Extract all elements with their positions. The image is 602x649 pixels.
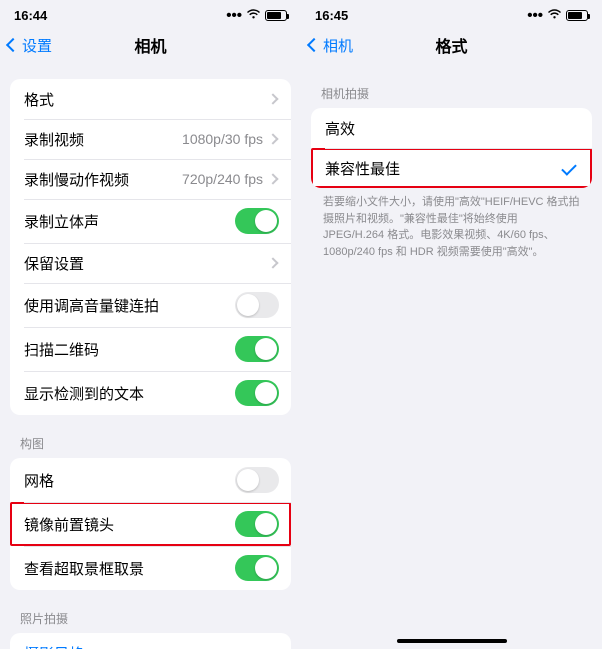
toggle-scan-qr[interactable] [235, 336, 279, 362]
composition-group: 网格 镜像前置镜头 查看超取景框取景 [10, 458, 291, 590]
cellular-icon: ••• [226, 7, 242, 24]
row-scan-qr: 扫描二维码 [10, 327, 291, 371]
cellular-icon: ••• [527, 7, 543, 24]
row-grid: 网格 [10, 458, 291, 502]
row-most-compatible[interactable]: 兼容性最佳 [311, 148, 592, 188]
back-label: 相机 [323, 35, 353, 56]
toggle-view-outside[interactable] [235, 555, 279, 581]
formats-group: 高效 兼容性最佳 [311, 108, 592, 188]
photo-group: 摄影风格 [10, 633, 291, 649]
battery-icon [265, 10, 287, 21]
row-record-slomo[interactable]: 录制慢动作视频 720p/240 fps [10, 159, 291, 199]
composition-header: 构图 [10, 429, 291, 458]
back-button[interactable]: 相机 [309, 35, 353, 56]
photo-header: 照片拍摄 [10, 604, 291, 633]
toggle-detected-text[interactable] [235, 380, 279, 406]
camera-settings-screen: 16:44 ••• 设置 相机 格式 录制视频 1080p/30 fps [0, 0, 301, 649]
formats-footer: 若要缩小文件大小，请使用"高效"HEIF/HEVC 格式拍摄照片和视频。"兼容性… [311, 188, 592, 266]
chevron-right-icon [267, 173, 278, 184]
home-indicator[interactable] [397, 639, 507, 643]
chevron-right-icon [267, 257, 278, 268]
toggle-grid[interactable] [235, 467, 279, 493]
row-view-outside: 查看超取景框取景 [10, 546, 291, 590]
back-button[interactable]: 设置 [8, 35, 52, 56]
row-formats[interactable]: 格式 [10, 79, 291, 119]
wifi-icon [547, 8, 562, 23]
toggle-stereo[interactable] [235, 208, 279, 234]
formats-screen: 16:45 ••• 相机 格式 相机拍摄 高效 兼容性最佳 若要缩小文件大 [301, 0, 602, 649]
row-record-video[interactable]: 录制视频 1080p/30 fps [10, 119, 291, 159]
wifi-icon [246, 8, 261, 23]
chevron-right-icon [267, 133, 278, 144]
capture-header: 相机拍摄 [311, 79, 592, 108]
chevron-left-icon [307, 38, 321, 52]
row-stereo: 录制立体声 [10, 199, 291, 243]
status-bar: 16:45 ••• [301, 0, 602, 25]
row-preserve[interactable]: 保留设置 [10, 243, 291, 283]
toggle-mirror-front[interactable] [235, 511, 279, 537]
row-mirror-front: 镜像前置镜头 [10, 502, 291, 546]
row-volume-burst: 使用调高音量键连拍 [10, 283, 291, 327]
chevron-right-icon [267, 93, 278, 104]
row-detected-text: 显示检测到的文本 [10, 371, 291, 415]
battery-icon [566, 10, 588, 21]
row-photo-styles[interactable]: 摄影风格 [10, 633, 291, 649]
chevron-left-icon [6, 38, 20, 52]
status-icons: ••• [226, 7, 287, 24]
checkmark-icon [561, 160, 577, 176]
status-icons: ••• [527, 7, 588, 24]
row-high-efficiency[interactable]: 高效 [311, 108, 592, 148]
back-label: 设置 [22, 35, 52, 56]
status-time: 16:44 [14, 8, 47, 23]
toggle-volume-burst[interactable] [235, 292, 279, 318]
nav-bar: 相机 格式 [301, 25, 602, 65]
status-time: 16:45 [315, 8, 348, 23]
status-bar: 16:44 ••• [0, 0, 301, 25]
nav-bar: 设置 相机 [0, 25, 301, 65]
camera-group-1: 格式 录制视频 1080p/30 fps 录制慢动作视频 720p/240 fp… [10, 79, 291, 415]
